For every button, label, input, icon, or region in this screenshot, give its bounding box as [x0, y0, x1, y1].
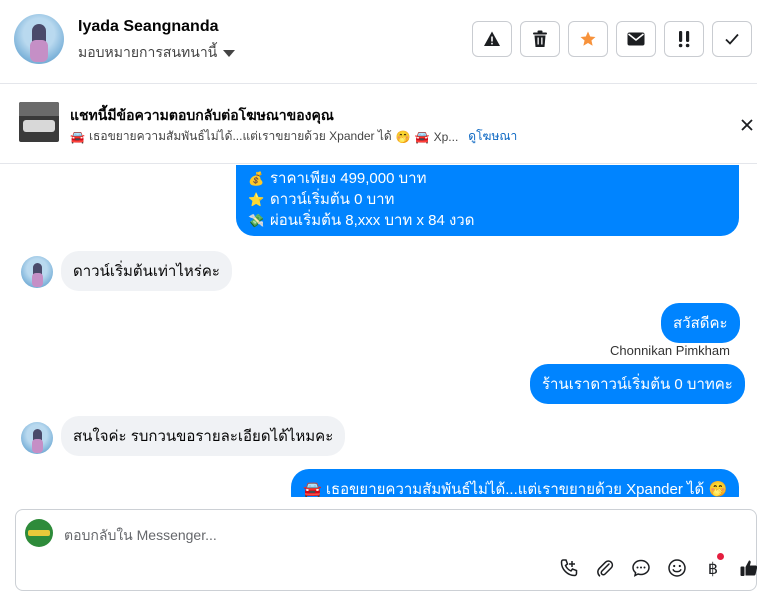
sender-name: Chonnikan Pimkham — [610, 343, 730, 358]
close-icon — [741, 119, 753, 131]
mark-done-button[interactable] — [712, 21, 752, 57]
close-banner-button[interactable] — [736, 114, 757, 136]
reply-input[interactable] — [64, 524, 664, 546]
page-avatar — [25, 519, 53, 547]
message-line: 💰 ราคาเพียง 499,000 บาท — [248, 170, 427, 187]
contact-avatar[interactable] — [14, 14, 64, 64]
outgoing-message[interactable]: 💰 ราคาเพียง 499,000 บาท ⭐ ดาวน์เริ่มต้น 0 … — [236, 165, 739, 236]
contact-name[interactable]: Iyada Seangnanda — [78, 18, 219, 36]
ad-banner-title: แชทนี้มีข้อความตอบกลับต่อโฆษณาของคุณ — [70, 107, 334, 123]
incoming-message[interactable]: สนใจค่ะ รบกวนขอรายละเอียดได้ไหมคะ — [61, 416, 346, 456]
star-icon — [580, 31, 596, 46]
like-button[interactable] — [737, 556, 757, 580]
star-icon: ⭐ — [248, 192, 265, 207]
incoming-message[interactable]: ดาวน์เริ่มต้นเท่าไหร่คะ — [61, 251, 232, 291]
baht-payment-icon: ฿ — [708, 559, 718, 578]
car-emoji: 🚘 — [303, 481, 322, 497]
thumbs-up-icon — [740, 560, 757, 576]
saved-replies-button[interactable] — [629, 556, 653, 580]
shy-emoji: 🤭 — [708, 481, 728, 497]
contact-avatar[interactable] — [21, 256, 53, 288]
car-emoji: 🚘 — [70, 129, 85, 144]
saved-reply-icon — [632, 559, 650, 577]
trash-icon — [533, 30, 547, 47]
money-wings-icon: 💸 — [248, 213, 265, 228]
check-icon — [725, 33, 739, 45]
conversation-header: Iyada Seangnanda มอบหมายการสนทนานี้ — [0, 0, 757, 84]
ad-thumbnail[interactable] — [19, 102, 59, 142]
warning-icon — [484, 31, 500, 46]
outgoing-message[interactable]: ร้านเราดาวน์เริ่มต้น 0 บาทคะ — [530, 364, 745, 404]
reply-composer: ฿ — [15, 509, 757, 591]
caret-down-icon — [223, 49, 236, 57]
ad-snippet: 🚘 เธอขยายความสัมพันธ์ไม่ได้...แต่เราขยาย… — [70, 127, 517, 146]
emoji-icon — [668, 559, 686, 577]
ad-snippet-text: เธอขยายความสัมพันธ์ไม่ได้...แต่เราขยายด้… — [88, 129, 392, 143]
car-emoji: 🚘 — [414, 129, 430, 144]
call-add-icon — [560, 559, 578, 577]
star-button[interactable] — [568, 21, 608, 57]
message-list[interactable]: 💰 ราคาเพียง 499,000 บาท ⭐ ดาวน์เริ่มต้น 0 … — [0, 165, 757, 497]
ad-reply-banner: แชทนี้มีข้อความตอบกลับต่อโฆษณาของคุณ 🚘 เ… — [0, 84, 757, 164]
assign-conversation-dropdown[interactable]: มอบหมายการสนทนานี้ — [78, 42, 236, 64]
assign-label: มอบหมายการสนทนานี้ — [78, 44, 218, 60]
attach-button[interactable] — [593, 556, 617, 580]
attachment-icon — [597, 560, 614, 577]
svg-text:฿: ฿ — [708, 559, 718, 578]
delete-button[interactable] — [520, 21, 560, 57]
emoji-button[interactable] — [665, 556, 689, 580]
message-line: ⭐ ดาวน์เริ่มต้น 0 บาท — [248, 191, 395, 208]
notification-dot — [717, 553, 724, 560]
view-ad-link[interactable]: ดูโฆษณา — [468, 127, 517, 146]
money-bag-icon: 💰 — [248, 171, 265, 186]
shy-emoji: 🤭 — [395, 129, 411, 144]
ad-snippet-tail: Xp... — [433, 129, 459, 144]
outgoing-message[interactable]: 🚘 เธอขยายความสัมพันธ์ไม่ได้...แต่เราขยาย… — [291, 469, 739, 497]
double-exclamation-icon — [678, 31, 690, 48]
envelope-icon — [627, 32, 645, 46]
report-button[interactable] — [472, 21, 512, 57]
mark-unread-button[interactable] — [616, 21, 656, 57]
follow-up-button[interactable] — [664, 21, 704, 57]
contact-avatar[interactable] — [21, 422, 53, 454]
call-button[interactable] — [557, 556, 581, 580]
message-text: เธอขยายความสัมพันธ์ไม่ได้...แต่เราขยายด้… — [325, 481, 705, 497]
outgoing-message[interactable]: สวัสดีคะ — [661, 303, 740, 343]
payment-button[interactable]: ฿ — [701, 553, 725, 580]
message-line: 💸 ผ่อนเริ่มต้น 8,xxx บาท x 84 งวด — [248, 212, 475, 229]
